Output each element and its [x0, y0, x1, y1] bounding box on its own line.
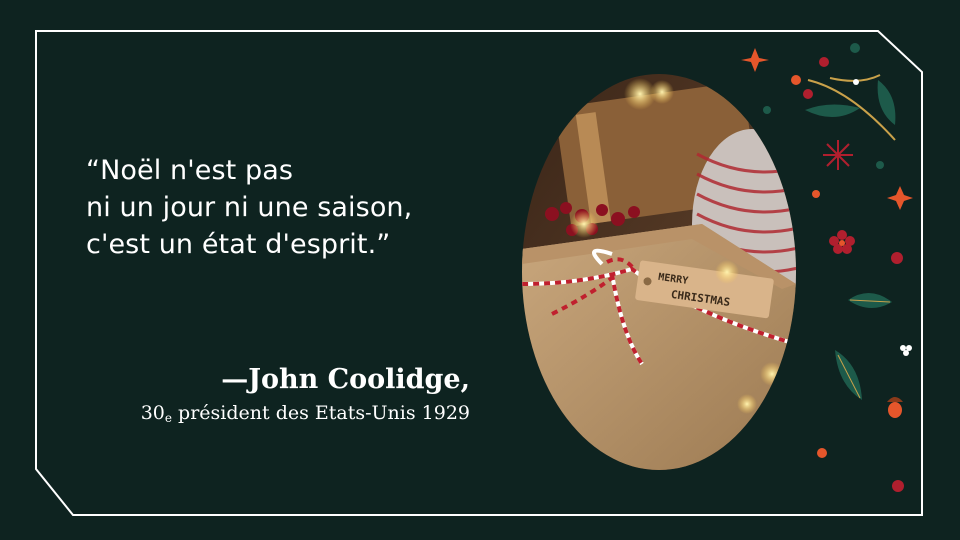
slide-frame [35, 30, 923, 516]
slide: “Noël n'est pas ni un jour ni une saison… [0, 0, 960, 540]
role-ordinal: e [164, 411, 173, 425]
quote-author: —John Coolidge, [221, 364, 470, 395]
quote-line: c'est un état d'esprit.” [86, 229, 391, 260]
quote-line: “Noël n'est pas [86, 155, 294, 186]
role-number: 30 [140, 402, 165, 424]
author-role: 30e président des Etats-Unis 1929 [140, 402, 470, 425]
quote-text: “Noël n'est pas ni un jour ni une saison… [86, 152, 506, 263]
role-text: président des Etats-Unis 1929 [172, 402, 470, 424]
quote-line: ni un jour ni une saison, [86, 192, 413, 223]
gift-photo: MERRY CHRISTMAS [522, 74, 796, 470]
